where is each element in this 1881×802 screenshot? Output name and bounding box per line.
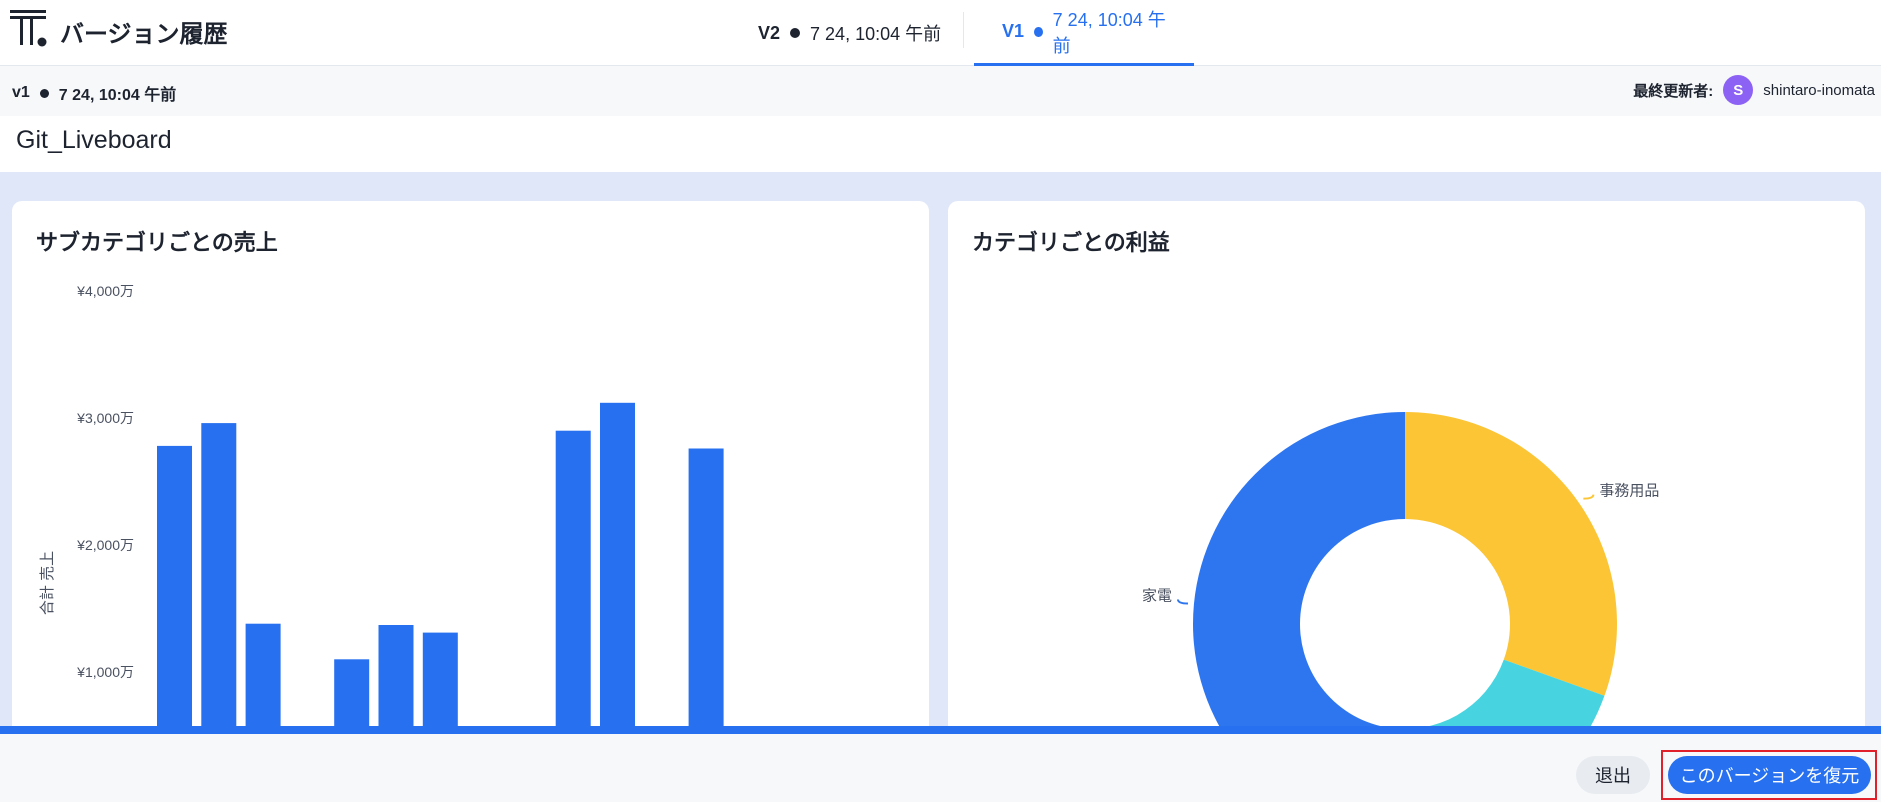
bar[interactable] bbox=[688, 448, 724, 729]
bar[interactable] bbox=[378, 625, 414, 728]
pie-label-leader bbox=[1176, 599, 1188, 605]
donut-chart: 事務用品家電 bbox=[1142, 412, 1659, 728]
tab-version-label: V1 bbox=[1002, 21, 1025, 41]
version-dot-icon bbox=[39, 88, 49, 98]
bar[interactable] bbox=[245, 623, 281, 728]
pie-slice[interactable] bbox=[1193, 412, 1405, 728]
bar-chart-card[interactable]: サブカテゴリごとの売上 ¥1,000万 ¥2,000万 ¥3,000万 ¥4,000万… bbox=[12, 201, 929, 728]
pie-label-leader bbox=[1583, 494, 1595, 500]
tab-version-v2[interactable]: V2 7 24, 10:04 午前 bbox=[730, 0, 969, 66]
bar[interactable] bbox=[555, 430, 591, 728]
y-axis-label: 合計 売上 bbox=[39, 551, 56, 615]
bar[interactable] bbox=[157, 445, 192, 728]
bar[interactable] bbox=[422, 632, 458, 728]
bar[interactable] bbox=[334, 659, 370, 728]
liveboard-canvas[interactable]: サブカテゴリごとの売上 ¥1,000万 ¥2,000万 ¥3,000万 ¥4,000万… bbox=[0, 172, 1881, 728]
avatar: S bbox=[1723, 75, 1754, 105]
pie-chart-card[interactable]: カテゴリごとの利益 事務用品 家電 bbox=[948, 201, 1865, 728]
y-tick-label: ¥2,000万 bbox=[76, 537, 134, 553]
version-dot-icon bbox=[1034, 26, 1043, 37]
restore-version-button[interactable]: このバージョンを復元 bbox=[1668, 756, 1871, 794]
pie-label: 家電 bbox=[1142, 587, 1172, 604]
tab-timestamp: 7 24, 10:04 午前 bbox=[810, 24, 942, 44]
bar-chart: ¥1,000万 ¥2,000万 ¥3,000万 ¥4,000万合計 売上 bbox=[39, 283, 724, 729]
username: shintaro-inomata bbox=[1763, 81, 1875, 99]
bar[interactable] bbox=[201, 423, 237, 728]
last-updated-by: 最終更新者: S shintaro-inomata bbox=[1633, 75, 1875, 105]
footer-bar: 退出 このバージョンを復元 bbox=[0, 734, 1881, 802]
y-tick-label: ¥4,000万 bbox=[76, 283, 134, 299]
exit-button[interactable]: 退出 bbox=[1576, 756, 1650, 794]
tab-version-label: V2 bbox=[758, 22, 781, 43]
tab-timestamp: 7 24, 10:04 午前 bbox=[1052, 9, 1166, 56]
scroll-indicator bbox=[0, 726, 1881, 734]
liveboard-title-row: Git_Liveboard bbox=[0, 116, 1881, 172]
liveboard-title: Git_Liveboard bbox=[16, 126, 172, 154]
tab-divider bbox=[963, 12, 964, 48]
pie-slice[interactable] bbox=[1405, 412, 1617, 696]
version-info-bar: v1 7 24, 10:04 午前 最終更新者: S shintaro-inom… bbox=[0, 66, 1881, 116]
tab-version-v1[interactable]: V1 7 24, 10:04 午前 bbox=[974, 0, 1194, 66]
current-version-info: v1 7 24, 10:04 午前 bbox=[12, 81, 176, 105]
updated-by-label: 最終更新者: bbox=[1633, 82, 1714, 100]
thoughtspot-logo-icon bbox=[10, 10, 47, 47]
version-dot-icon bbox=[790, 28, 801, 38]
pie-label: 事務用品 bbox=[1599, 483, 1659, 500]
app-title: バージョン履歴 bbox=[60, 21, 228, 48]
y-tick-label: ¥1,000万 bbox=[76, 664, 134, 680]
y-tick-label: ¥3,000万 bbox=[76, 410, 134, 426]
current-version-timestamp: 7 24, 10:04 午前 bbox=[58, 87, 177, 104]
bar[interactable] bbox=[600, 402, 635, 728]
current-version: v1 bbox=[12, 84, 30, 101]
top-bar: バージョン履歴 V2 7 24, 10:04 午前 V1 7 24, 10:04… bbox=[0, 0, 1881, 66]
